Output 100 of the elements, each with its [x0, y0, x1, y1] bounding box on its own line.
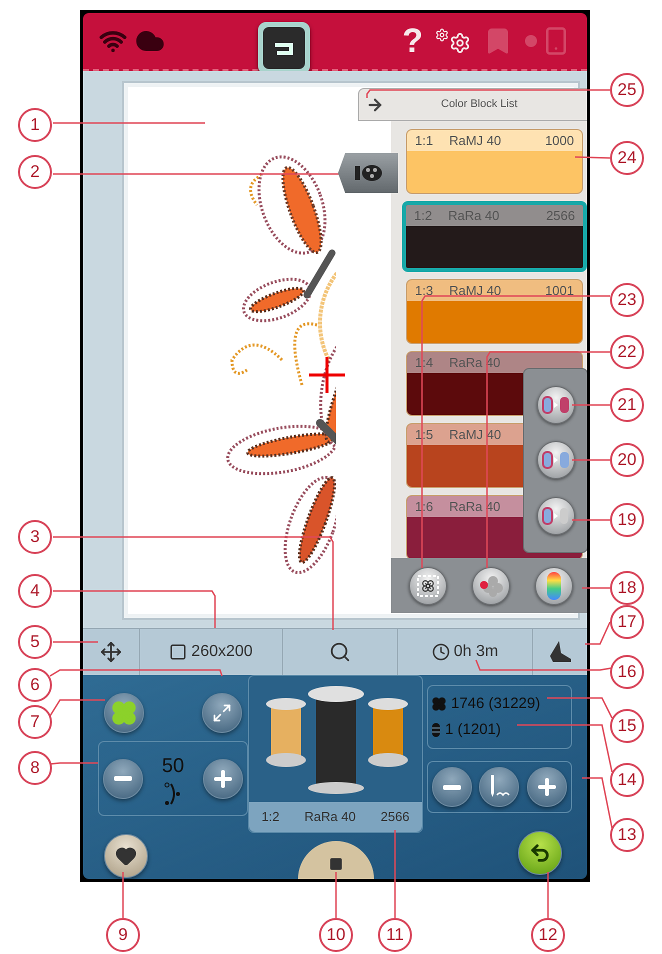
spool-icon	[431, 722, 441, 738]
stitch-value: 50	[162, 754, 184, 778]
hoop-icon	[169, 643, 188, 661]
decrease-button[interactable]	[432, 767, 472, 807]
presser-foot-icon	[547, 639, 573, 665]
stitch-count: 1746 (31229)	[451, 694, 540, 714]
color-flower-button[interactable]	[472, 566, 510, 604]
needle-button[interactable]	[479, 767, 520, 807]
thread-number: 2566	[380, 808, 410, 826]
rainbow-spool-icon	[546, 570, 562, 600]
block-index: 1:2	[414, 206, 432, 225]
leader-line	[547, 697, 613, 718]
minus-icon	[114, 776, 132, 781]
block-index: 1:3	[415, 282, 434, 300]
color-block[interactable]: 1:1 RaMJ 40 1000	[406, 129, 583, 194]
callout-number: 21	[610, 388, 644, 422]
leader-line	[335, 872, 337, 918]
spools-arrow-icon	[542, 451, 570, 470]
settings-button[interactable]	[435, 26, 471, 56]
callout-number: 5	[18, 625, 52, 659]
decrease-button[interactable]	[103, 758, 143, 798]
page-icon	[328, 857, 342, 871]
undo-icon	[529, 842, 551, 864]
callout-number: 10	[319, 918, 353, 952]
callout-number: 22	[610, 335, 644, 369]
thread-number: 1001	[545, 282, 574, 300]
callout-number: 3	[18, 520, 52, 554]
favorites-button[interactable]	[104, 834, 148, 878]
arrow-right-icon	[366, 96, 384, 114]
thread-index: 1:2	[261, 808, 280, 826]
minus-icon	[442, 784, 461, 790]
callout-number: 17	[610, 605, 644, 639]
swap-colors-button[interactable]	[536, 386, 574, 424]
flower-icon	[110, 699, 138, 727]
leader-line	[582, 777, 613, 828]
leader-line	[50, 762, 98, 765]
flower-dot-icon	[478, 574, 503, 596]
thread-name: RaMJ 40	[449, 282, 502, 300]
callout-number: 7	[18, 705, 52, 739]
callout-number: 4	[18, 574, 52, 608]
heart-icon	[115, 845, 137, 867]
help-button[interactable]: ?	[402, 24, 423, 58]
gears-icon	[435, 28, 471, 54]
leader-line	[582, 587, 610, 589]
increase-button[interactable]	[203, 758, 243, 798]
callout-number: 2	[18, 155, 52, 189]
flower-frame-icon	[417, 574, 440, 596]
callout-number: 14	[610, 763, 644, 797]
spools-arrow-icon	[542, 396, 570, 414]
color-block[interactable]: 1:2 RaRa 40 2566	[402, 201, 587, 272]
callout-number: 23	[610, 283, 644, 317]
callout-number: 18	[610, 571, 644, 605]
thread-name: RaMJ 40	[449, 426, 502, 444]
clock-icon	[432, 643, 450, 661]
merge-colors-button[interactable]	[536, 441, 574, 480]
callout-number: 8	[18, 751, 52, 785]
callout-number: 9	[106, 918, 140, 952]
increase-button[interactable]	[527, 767, 568, 807]
expand-icon	[212, 703, 232, 723]
leader-line	[49, 699, 105, 716]
callout-number: 11	[378, 918, 412, 952]
home-icon	[272, 43, 293, 55]
thread-number: 2566	[546, 206, 575, 225]
back-button[interactable]	[518, 831, 562, 875]
block-index: 1:1	[415, 132, 434, 150]
select-block-button[interactable]	[409, 566, 448, 604]
callout-number: 24	[610, 141, 644, 175]
thread-name: RaMJ 40	[449, 132, 502, 150]
color-block[interactable]: 1:3 RaMJ 40 1001	[406, 279, 583, 344]
search-icon	[329, 641, 351, 663]
flower-icon	[431, 696, 447, 712]
crosshair-icon	[307, 355, 347, 395]
callout-number: 1	[18, 108, 52, 142]
color-tag-button[interactable]	[338, 153, 398, 193]
thread-name: RaRa 40	[304, 808, 356, 826]
single-color-button[interactable]	[536, 497, 574, 536]
panel-title: Color Block List	[441, 97, 518, 112]
move-design-button[interactable]	[104, 693, 144, 733]
fit-to-screen-button[interactable]	[202, 693, 242, 733]
spools-arrow-icon	[542, 507, 570, 526]
home-button[interactable]	[258, 22, 310, 74]
spool-palette-icon	[353, 163, 383, 183]
stitch-icon	[163, 780, 183, 806]
leader-line	[585, 622, 611, 645]
callout-number: 16	[610, 655, 644, 689]
callout-number: 20	[610, 443, 644, 477]
callout-number: 19	[610, 503, 644, 537]
callout-number: 15	[610, 709, 644, 743]
time-text: 0h 3m	[454, 642, 498, 662]
color-palette-button[interactable]	[534, 566, 573, 604]
thread-number: 1000	[545, 132, 574, 150]
leader-line	[53, 641, 98, 643]
callout-number: 6	[18, 668, 52, 702]
block-count: 1 (1201)	[445, 720, 501, 740]
thread-name: RaRa 40	[448, 206, 500, 225]
move-icon	[100, 641, 122, 663]
callout-number: 13	[610, 818, 644, 852]
leader-line	[547, 872, 549, 918]
callout-number: 25	[610, 73, 644, 107]
callout-number: 12	[531, 918, 565, 952]
